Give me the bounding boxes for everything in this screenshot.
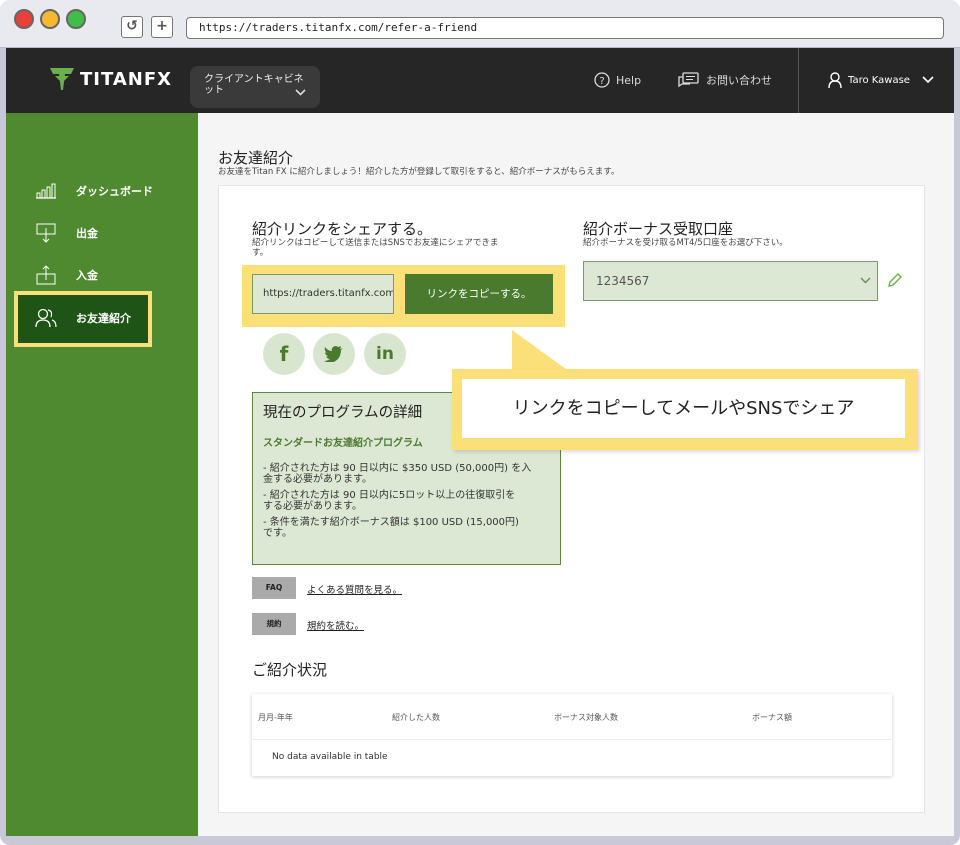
reload-icon[interactable]: ↺ <box>121 16 143 38</box>
copy-link-button[interactable]: リンクをコピーする。 <box>405 274 553 314</box>
top-navigation: TITANFX クライアントキャビネ ット ? Help お問い合わせ Taro… <box>6 48 954 113</box>
help-link[interactable]: ? Help <box>594 72 641 88</box>
sidebar-item-label: 出金 <box>76 227 98 240</box>
sidebar-item-label: 入金 <box>76 269 98 282</box>
condition-line: です。 <box>263 528 292 539</box>
help-label: Help <box>616 73 642 87</box>
referral-card: 紹介リンクをシェアする。 紹介リンクはコピーして送信またはSNSでお友達にシェア… <box>218 185 925 813</box>
page-subtitle: お友達をTitan FX に紹介しましょう！紹介した方が登録して取引をすると、紹… <box>218 167 620 177</box>
close-window-button[interactable] <box>14 9 34 29</box>
bonus-account-description: 紹介ボーナスを受け取るMT4/5口座をお選び下さい。 <box>583 238 788 248</box>
column-header[interactable]: ボーナス額 <box>752 712 792 723</box>
share-heading: 紹介リンクをシェアする。 <box>252 220 433 238</box>
minimize-window-button[interactable] <box>40 9 60 29</box>
twitter-icon <box>324 346 343 363</box>
titanfx-logo[interactable]: TITANFX <box>50 68 172 90</box>
share-description-line: 紹介リンクはコピーして送信またはSNSでお友達にシェアできま <box>252 238 499 248</box>
faq-link[interactable]: よくある質問を見る。 <box>307 582 402 596</box>
chevron-down-icon <box>922 76 934 84</box>
bonus-account-heading: 紹介ボーナス受取口座 <box>583 220 734 238</box>
address-bar[interactable]: https://traders.titanfx.com/refer-a-frie… <box>186 17 944 39</box>
condition-line: 金する必要があります。 <box>263 474 372 485</box>
callout-text: リンクをコピーしてメールやSNSでシェア <box>462 379 905 438</box>
empty-table-message: No data available in table <box>272 752 388 762</box>
twitter-share-button[interactable] <box>313 333 355 375</box>
linkedin-icon: in <box>376 344 394 364</box>
contact-link[interactable]: お問い合わせ <box>678 72 772 88</box>
column-header[interactable]: ボーナス対象人数 <box>554 712 618 723</box>
referral-status-heading: ご紹介状況 <box>252 661 328 679</box>
maximize-window-button[interactable] <box>66 9 86 29</box>
linkedin-share-button[interactable]: in <box>364 333 406 375</box>
svg-text:?: ? <box>599 76 604 87</box>
condition-line: - 条件を満たす紹介ボーナス額は $100 USD (15,000円) <box>263 517 519 528</box>
withdraw-icon <box>34 222 58 244</box>
facebook-share-button[interactable]: f <box>263 333 305 375</box>
user-menu[interactable]: Taro Kawase <box>828 72 934 88</box>
client-cabinet-dropdown[interactable]: クライアントキャビネ ット <box>190 66 320 108</box>
facebook-icon: f <box>279 342 289 366</box>
sidebar-item-deposit[interactable]: 入金 <box>34 264 98 286</box>
condition-line: - 紹介された方は 90 日以内に $350 USD (50,000円) を入 <box>263 463 532 474</box>
program-condition: - 紹介された方は 90 日以内に $350 USD (50,000円) を入 … <box>263 463 550 485</box>
selected-account: 1234567 <box>596 274 650 288</box>
terms-tag: 規約 <box>252 613 296 635</box>
program-condition: - 条件を満たす紹介ボーナス額は $100 USD (15,000円) です。 <box>263 517 550 539</box>
chevron-down-icon <box>860 262 871 300</box>
browser-chrome: ↺ + https://traders.titanfx.com/refer-a-… <box>0 0 960 48</box>
faq-tag: FAQ <box>252 577 296 599</box>
referral-link-input[interactable]: https://traders.titanfx.com/ <box>252 274 394 314</box>
brand-name: TITANFX <box>80 68 173 90</box>
instruction-callout: リンクをコピーしてメールやSNSでシェア <box>452 369 918 450</box>
share-description-line: す。 <box>252 248 269 258</box>
sidebar-item-dashboard[interactable]: ダッシュボード <box>34 180 153 202</box>
topbar-divider <box>798 48 799 113</box>
sidebar-item-label: お友達紹介 <box>76 312 131 325</box>
deposit-icon <box>34 264 58 286</box>
contact-label: お問い合わせ <box>706 74 772 87</box>
sidebar-item-refer-friend[interactable]: お友達紹介 <box>34 307 131 329</box>
column-header[interactable]: 紹介した人数 <box>392 712 440 723</box>
user-name: Taro Kawase <box>848 74 910 86</box>
users-icon <box>34 307 58 329</box>
sidebar-item-withdraw[interactable]: 出金 <box>34 222 98 244</box>
sidebar: ダッシュボード 出金 入金 お友達紹介 <box>6 113 198 836</box>
bonus-account-select[interactable]: 1234567 <box>583 261 878 301</box>
help-icon: ? <box>594 72 610 88</box>
titan-shield-icon <box>50 68 74 90</box>
condition-line: - 紹介された方は 90 日以内に5ロット以上の往復取引を <box>263 490 516 501</box>
table-header: 月月-年年 紹介した人数 ボーナス対象人数 ボーナス額 <box>252 694 892 740</box>
main-content: お友達紹介 お友達をTitan FX に紹介しましょう！紹介した方が登録して取引… <box>198 113 954 836</box>
new-tab-icon[interactable]: + <box>151 16 173 38</box>
terms-link[interactable]: 規約を読む。 <box>307 618 364 632</box>
user-icon <box>828 72 842 88</box>
share-description: 紹介リンクはコピーして送信またはSNSでお友達にシェアできま す。 <box>252 238 498 258</box>
bar-chart-icon <box>34 180 58 202</box>
program-condition: - 紹介された方は 90 日以内に5ロット以上の往復取引を する必要があります。 <box>263 490 550 512</box>
edit-pencil-icon[interactable] <box>887 272 903 292</box>
condition-line: する必要があります。 <box>263 501 362 512</box>
chat-icon <box>678 72 699 88</box>
client-cabinet-label-1: クライアントキャビネ <box>204 74 304 85</box>
sidebar-item-label: ダッシュボード <box>76 185 153 198</box>
chevron-down-icon <box>295 89 306 100</box>
column-header[interactable]: 月月-年年 <box>258 712 293 723</box>
referral-status-table: 月月-年年 紹介した人数 ボーナス対象人数 ボーナス額 No data avai… <box>252 694 892 776</box>
